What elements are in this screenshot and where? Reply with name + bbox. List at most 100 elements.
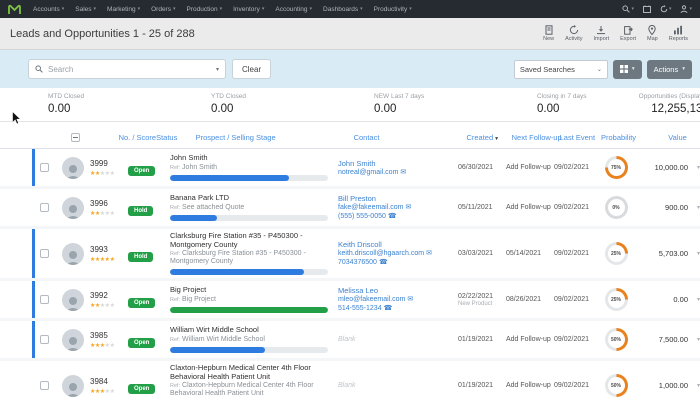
kpi-stats-bar: MTD Closed 0.00 YTD Closed 0.00 NEW Last 7 d… <box>0 88 700 122</box>
view-grid-button[interactable]: ▾ <box>612 59 642 79</box>
saved-searches-select[interactable]: Saved Searches ⌄ <box>513 59 608 79</box>
menu-dashboards[interactable]: Dashboards ▾ <box>323 6 363 13</box>
next-followup-cell[interactable]: Add Follow-up <box>506 204 554 211</box>
row-expand-caret-icon[interactable]: ▾ <box>688 164 700 171</box>
contact-name-link[interactable]: Bill Preston <box>338 194 458 203</box>
column-header-value[interactable]: Value <box>636 133 687 142</box>
table-row[interactable]: 3996 ★★★★★ Hold Banana Park LTD Ref: See… <box>0 189 700 226</box>
lead-number[interactable]: 3985 <box>90 331 128 340</box>
contact-name-link[interactable]: Keith Driscoll <box>338 240 458 249</box>
prospect-name: Big Project <box>170 285 207 295</box>
email-icon[interactable]: ✉ <box>405 204 411 211</box>
lead-number[interactable]: 3984 <box>90 377 128 386</box>
menu-marketing[interactable]: Marketing ▾ <box>107 6 140 13</box>
next-followup-cell[interactable]: 08/26/2021 <box>506 296 554 303</box>
column-header-prob[interactable]: Probability <box>601 133 636 142</box>
column-header-last[interactable]: Last Event <box>560 133 601 142</box>
created-cell: 01/19/2021 <box>458 336 506 344</box>
row-expand-caret-icon[interactable]: ▾ <box>688 382 700 389</box>
contact-name-link[interactable]: Melissa Leo <box>338 286 458 295</box>
menu-inventory[interactable]: Inventory ▾ <box>233 6 264 13</box>
calendar-icon[interactable] <box>642 5 651 13</box>
row-expand-caret-icon[interactable]: ▾ <box>688 250 700 257</box>
header-action-toolbar: New Activity Import Export Map Reports <box>543 25 688 42</box>
column-header-next[interactable]: Next Follow-up <box>512 133 562 142</box>
ref-line: Ref: See attached Quote <box>170 203 245 211</box>
select-all-checkbox[interactable] <box>70 133 80 142</box>
row-expand-caret-icon[interactable]: ▾ <box>688 204 700 211</box>
lead-number[interactable]: 3999 <box>90 159 128 168</box>
email-icon[interactable]: ✉ <box>407 296 413 303</box>
value-cell: 1,000.00 <box>658 381 688 390</box>
created-date: 01/19/2021 <box>458 335 494 343</box>
row-checkbox[interactable] <box>39 163 49 172</box>
column-header-prospect[interactable]: Prospect / Selling Stage <box>196 133 354 142</box>
reports-button[interactable]: Reports <box>669 25 688 42</box>
import-button[interactable]: Import <box>593 25 610 42</box>
phone-icon[interactable]: ☎ <box>384 305 393 312</box>
action-label: New <box>543 36 555 42</box>
last-event-cell: 09/02/2021 <box>554 296 590 303</box>
next-followup-cell[interactable]: Add Follow-up <box>506 164 554 171</box>
lead-number[interactable]: 3992 <box>90 291 128 300</box>
clear-button[interactable]: Clear <box>232 59 272 79</box>
email-icon[interactable]: ✉ <box>426 250 432 257</box>
row-checkbox[interactable] <box>39 203 49 212</box>
ref-text: Clarksburg Fire Station #35 - P450300 - … <box>170 250 306 265</box>
action-label: Import <box>593 36 610 42</box>
row-expand-caret-icon[interactable]: ▾ <box>688 336 700 343</box>
table-row[interactable]: 3992 ★★★★★ Open Big Project Ref: Big Pro… <box>0 281 700 318</box>
new-button[interactable]: New <box>543 25 554 42</box>
row-expand-caret-icon[interactable]: ▾ <box>688 296 700 303</box>
actions-label: Actions <box>653 64 679 74</box>
activity-button[interactable]: Activity <box>565 25 583 42</box>
row-checkbox[interactable] <box>39 295 49 304</box>
table-row[interactable]: 3999 ★★★★★ Open John Smith Ref: John Smi… <box>0 149 700 186</box>
menu-sales[interactable]: Sales ▾ <box>75 6 96 13</box>
menu-production[interactable]: Production ▾ <box>187 6 223 13</box>
contact-cell: Melissa Leo mleo@fakeemail.com ✉ 514-555-12… <box>338 286 458 313</box>
history-icon[interactable]: ▾ <box>660 5 671 13</box>
table-row[interactable]: 3993 ★★★★★ Hold Clarksburg Fire Station … <box>0 229 700 278</box>
selling-stage-progress <box>170 346 328 353</box>
saved-searches-label: Saved Searches <box>519 64 575 74</box>
search-dropdown-caret-icon[interactable]: ▾ <box>216 66 219 73</box>
export-button[interactable]: Export <box>620 25 636 42</box>
method-logo-icon[interactable] <box>8 4 21 15</box>
row-checkbox[interactable] <box>39 381 49 390</box>
ref-text: John Smith <box>182 163 218 171</box>
column-header-created[interactable]: Created▼ <box>466 133 511 142</box>
contact-name-link[interactable]: John Smith <box>338 159 458 168</box>
phone-icon[interactable]: ☎ <box>388 213 397 220</box>
next-followup-cell[interactable]: 05/14/2021 <box>506 250 554 257</box>
user-icon[interactable]: ▾ <box>680 5 692 13</box>
actions-button[interactable]: Actions ▾ <box>646 59 692 79</box>
lead-number[interactable]: 3996 <box>90 199 128 208</box>
last-event-cell: 09/02/2021 <box>554 336 590 343</box>
row-checkbox[interactable] <box>39 335 49 344</box>
filter-right-group: Saved Searches ⌄ ▾ Actions ▾ <box>513 59 692 79</box>
phone-icon[interactable]: ☎ <box>379 259 388 266</box>
next-followup-cell[interactable]: Add Follow-up <box>506 336 554 343</box>
table-row[interactable]: 3985 ★★★★★ Open William Wirt Middle Scho… <box>0 321 700 358</box>
row-highlight-bar <box>32 229 35 278</box>
lead-number[interactable]: 3993 <box>90 245 128 254</box>
row-checkbox[interactable] <box>39 249 49 258</box>
chevron-down-icon: ⌄ <box>596 66 602 73</box>
column-header-status[interactable]: Status <box>156 133 196 142</box>
menu-productivity[interactable]: Productivity ▾ <box>374 6 412 13</box>
menu-accounts[interactable]: Accounts ▾ <box>33 6 64 13</box>
next-followup-cell[interactable]: Add Follow-up <box>506 382 554 389</box>
search-icon[interactable]: ▾ <box>622 5 634 13</box>
column-header-contact[interactable]: Contact <box>354 133 467 142</box>
column-header-score[interactable]: No. / Score <box>119 133 157 142</box>
search-input[interactable] <box>48 64 211 74</box>
export-icon <box>624 26 633 35</box>
map-button[interactable]: Map <box>647 25 658 42</box>
table-row[interactable]: 3984 ★★★★★ Open Claxton-Hepburn Medical … <box>0 361 700 400</box>
email-icon[interactable]: ✉ <box>400 169 406 176</box>
search-icon <box>35 65 43 73</box>
menu-orders[interactable]: Orders ▾ <box>151 6 175 13</box>
menu-accounting[interactable]: Accounting ▾ <box>275 6 312 13</box>
avatar <box>62 374 84 397</box>
